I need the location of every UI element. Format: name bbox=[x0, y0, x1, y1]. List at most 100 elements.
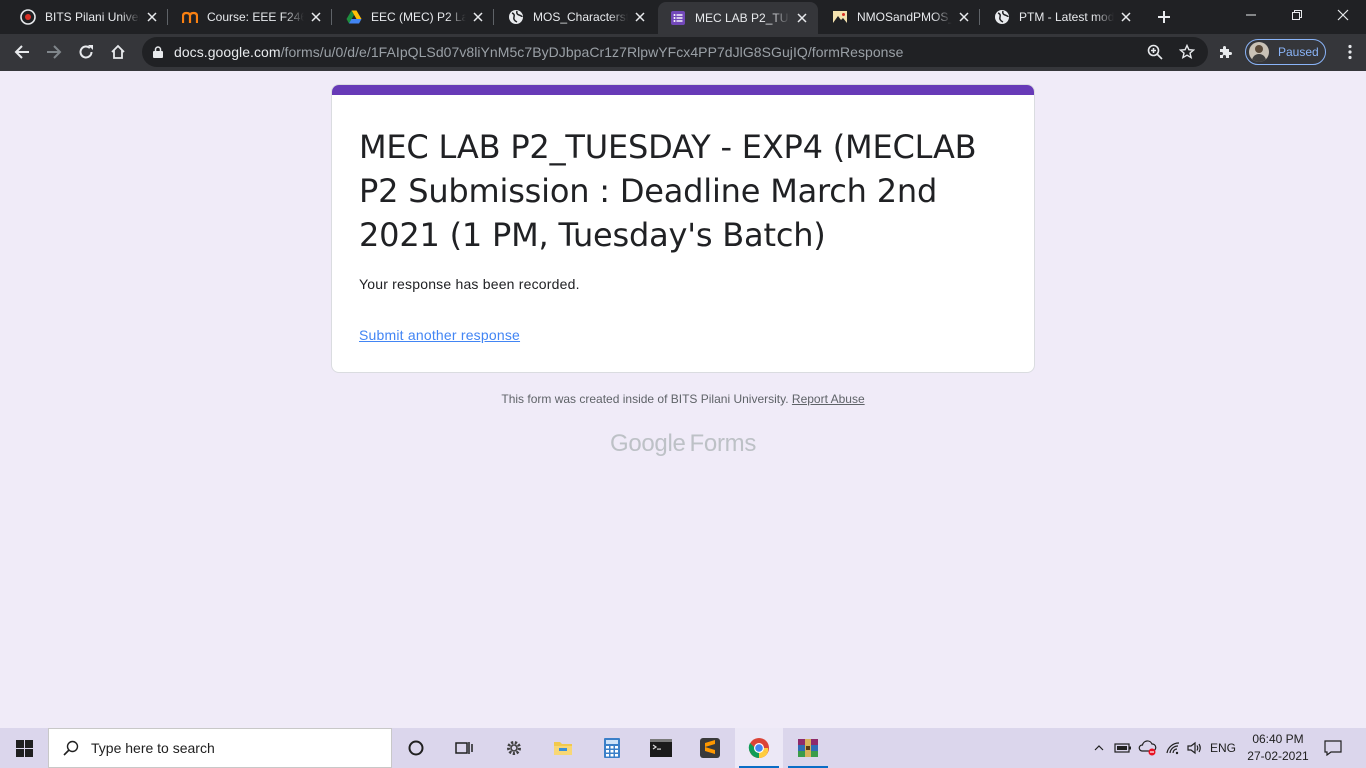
tab-course-eee[interactable]: Course: EEE F246 Electrical bbox=[170, 0, 332, 34]
puzzle-icon bbox=[1220, 46, 1232, 58]
back-button[interactable] bbox=[8, 38, 36, 66]
submit-another-response-link[interactable]: Submit another response bbox=[359, 327, 520, 343]
volume-tray[interactable] bbox=[1184, 728, 1206, 768]
zoom-icon[interactable] bbox=[1144, 41, 1166, 63]
arrow-right-icon bbox=[47, 45, 62, 59]
tab-divider bbox=[979, 9, 980, 25]
tab-bits-pilani[interactable]: BITS Pilani University bbox=[8, 0, 168, 34]
google-wordmark: Google bbox=[609, 430, 686, 457]
close-icon bbox=[1337, 9, 1349, 21]
wifi-tray[interactable] bbox=[1162, 728, 1184, 768]
tab-title: EEC (MEC) P2 Lab - Google Drive bbox=[371, 10, 466, 24]
tab-title: NMOSandPMOS_VI bbox=[857, 10, 952, 24]
start-button[interactable] bbox=[0, 728, 48, 768]
tab-mos-characteristics[interactable]: MOS_Characterstics bbox=[496, 0, 656, 34]
url-path: /forms/u/0/d/e/1FAIpQLSd07v8liYnM5c7ByDJ… bbox=[280, 44, 904, 60]
reload-button[interactable] bbox=[72, 38, 100, 66]
language-indicator[interactable]: ENG bbox=[1208, 728, 1238, 768]
winrar-app[interactable] bbox=[784, 728, 832, 768]
tab-google-drive[interactable]: EEC (MEC) P2 Lab - Google Drive bbox=[334, 0, 494, 34]
forms-wordmark: Forms bbox=[689, 430, 757, 457]
winrar-icon bbox=[798, 739, 818, 757]
form-response-card: MEC LAB P2_TUESDAY - EXP4 (MECLAB P2 Sub… bbox=[331, 84, 1035, 373]
new-tab-button[interactable] bbox=[1152, 5, 1176, 29]
tab-nmos-pmos[interactable]: NMOSandPMOS_VI bbox=[820, 0, 980, 34]
cortana-button[interactable] bbox=[392, 728, 440, 768]
google-forms-logo[interactable]: Google Forms bbox=[0, 430, 1366, 458]
reload-icon bbox=[79, 45, 93, 59]
taskbar-search-box[interactable]: Type here to search bbox=[48, 728, 392, 768]
image-icon bbox=[832, 9, 848, 25]
tab-mec-lab-form[interactable]: MEC LAB P2_TUESDAY bbox=[658, 2, 818, 34]
close-tab-icon[interactable] bbox=[1118, 9, 1134, 25]
wifi-icon bbox=[1166, 742, 1180, 755]
tab-title: Course: EEE F246 Electrical bbox=[207, 10, 304, 24]
form-title: MEC LAB P2_TUESDAY - EXP4 (MECLAB P2 Sub… bbox=[359, 128, 977, 254]
plus-icon bbox=[1158, 11, 1170, 23]
arrow-left-icon bbox=[14, 45, 29, 59]
settings-app[interactable] bbox=[490, 728, 538, 768]
search-icon bbox=[63, 740, 79, 756]
bookmark-star-icon[interactable] bbox=[1176, 41, 1198, 63]
form-accent-bar bbox=[332, 85, 1034, 95]
close-tab-icon[interactable] bbox=[956, 9, 972, 25]
url-host: docs.google.com bbox=[174, 44, 281, 60]
battery-icon bbox=[1114, 743, 1131, 753]
task-view-button[interactable] bbox=[440, 728, 488, 768]
tab-title: BITS Pilani University bbox=[45, 10, 140, 24]
close-tab-icon[interactable] bbox=[470, 9, 486, 25]
globe-icon bbox=[994, 9, 1010, 25]
tab-divider bbox=[493, 9, 494, 25]
chrome-app[interactable] bbox=[735, 728, 783, 768]
kebab-menu-icon bbox=[1348, 44, 1352, 60]
command-prompt-app[interactable] bbox=[637, 728, 685, 768]
minimize-button[interactable] bbox=[1228, 0, 1274, 30]
sublime-text-app[interactable] bbox=[686, 728, 734, 768]
show-hidden-icons-button[interactable] bbox=[1090, 728, 1108, 768]
windows-taskbar: Type here to search ENG 06:40 PM 27-02-2… bbox=[0, 728, 1366, 768]
cloud-error-icon bbox=[1138, 740, 1157, 756]
google-drive-icon bbox=[346, 9, 362, 25]
sublime-text-icon bbox=[700, 738, 720, 758]
close-window-button[interactable] bbox=[1320, 0, 1366, 30]
forward-button[interactable] bbox=[40, 38, 68, 66]
speaker-icon bbox=[1187, 741, 1201, 755]
avatar bbox=[1249, 42, 1269, 62]
file-explorer-app[interactable] bbox=[539, 728, 587, 768]
creator-note: This form was created inside of BITS Pil… bbox=[501, 392, 789, 406]
onedrive-tray[interactable] bbox=[1136, 728, 1160, 768]
tab-ptm-models[interactable]: PTM - Latest models bbox=[982, 0, 1142, 34]
battery-tray[interactable] bbox=[1112, 728, 1134, 768]
tab-title: PTM - Latest models bbox=[1019, 10, 1114, 24]
minimize-icon bbox=[1246, 14, 1256, 16]
google-forms-icon bbox=[670, 10, 686, 26]
form-footer-note: This form was created inside of BITS Pil… bbox=[0, 392, 1366, 406]
action-center-button[interactable] bbox=[1318, 728, 1348, 768]
lock-icon bbox=[153, 46, 165, 58]
terminal-icon bbox=[650, 739, 672, 757]
taskbar-clock[interactable]: 06:40 PM 27-02-2021 bbox=[1239, 731, 1317, 765]
report-abuse-link[interactable]: Report Abuse bbox=[792, 392, 865, 406]
close-tab-icon[interactable] bbox=[632, 9, 648, 25]
cortana-circle-icon bbox=[408, 740, 424, 756]
restore-icon bbox=[1292, 10, 1302, 20]
close-tab-icon[interactable] bbox=[144, 9, 160, 25]
profile-button[interactable]: Paused bbox=[1245, 39, 1326, 65]
windows-logo-icon bbox=[15, 739, 33, 757]
tab-strip: BITS Pilani University Course: EEE F246 … bbox=[0, 0, 1366, 34]
notification-icon bbox=[1324, 740, 1342, 756]
home-button[interactable] bbox=[104, 38, 132, 66]
clock-date: 27-02-2021 bbox=[1247, 749, 1309, 763]
folder-icon bbox=[554, 742, 572, 755]
calculator-app[interactable] bbox=[588, 728, 636, 768]
home-icon bbox=[111, 44, 125, 59]
close-tab-icon[interactable] bbox=[794, 10, 810, 26]
close-tab-icon[interactable] bbox=[308, 9, 324, 25]
gear-icon bbox=[507, 741, 521, 755]
clock-time: 06:40 PM bbox=[1252, 732, 1304, 746]
restore-button[interactable] bbox=[1274, 0, 1320, 30]
chrome-menu-button[interactable] bbox=[1336, 38, 1364, 66]
address-bar[interactable]: docs.google.com/forms/u/0/d/e/1FAIpQLSd0… bbox=[142, 37, 1208, 67]
tab-title: MEC LAB P2_TUESDAY bbox=[695, 11, 790, 25]
extensions-button[interactable] bbox=[1212, 38, 1240, 66]
